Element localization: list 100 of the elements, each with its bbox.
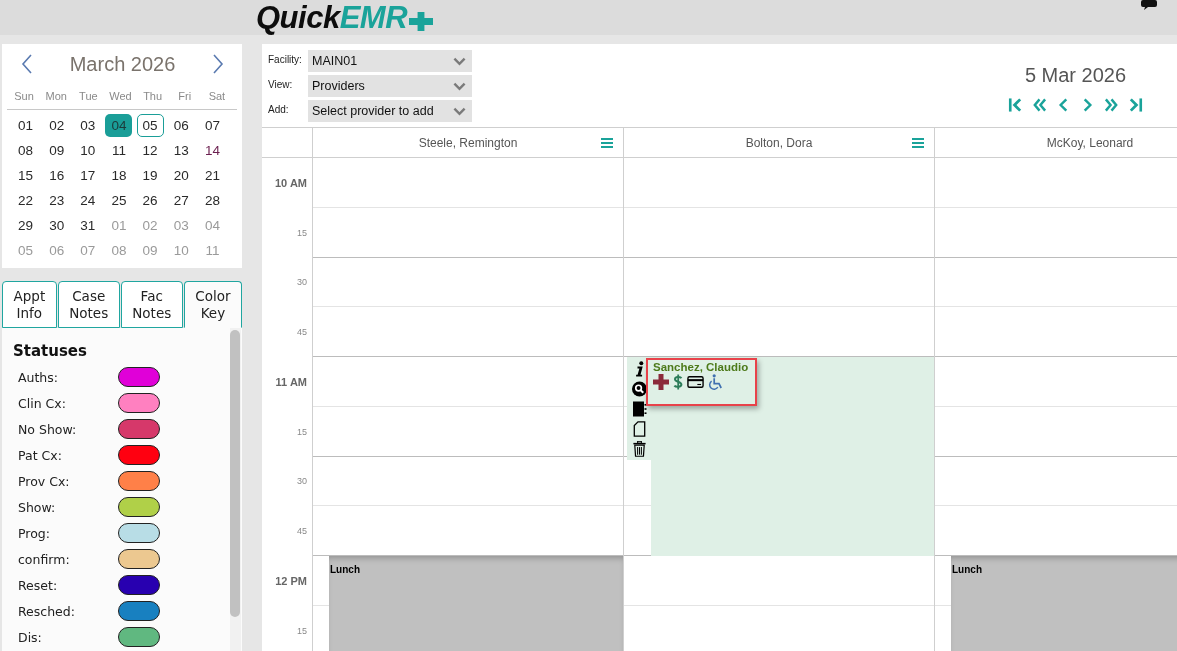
double-chevron-right-icon[interactable] [1104,97,1119,113]
trash-icon[interactable] [631,441,647,457]
calendar-day[interactable]: 02 [43,114,71,137]
status-label: Prog: [18,525,51,541]
column-title: Bolton, Dora [745,135,813,150]
tab[interactable]: Appt Info [2,281,57,328]
calendar-day[interactable]: 05 [136,114,164,137]
calendar-day[interactable]: 15 [12,164,40,187]
calendar-day[interactable]: 27 [167,189,195,212]
dropdown[interactable]: Providers [308,75,472,97]
tab[interactable]: Color Key [183,281,243,328]
logo-text: QuickEMR [256,0,408,35]
calendar-day[interactable]: 29 [12,214,40,237]
chevron-right-icon[interactable] [212,54,224,74]
calendar-day[interactable]: 26 [136,189,164,212]
wheelchair-icon [708,374,724,390]
search-icon[interactable] [631,381,647,397]
first-page-icon[interactable] [1008,97,1023,113]
status-label: Prov Cx: [18,473,71,489]
time-label: 30 [297,476,307,487]
calendar-day[interactable]: 31 [74,214,102,237]
status-label: No Show: [18,421,78,437]
weekday-label: Tue [79,89,98,104]
status-label: Clin Cx: [18,395,67,411]
calendar-day[interactable]: 22 [12,189,40,212]
appointment-card[interactable]: Sanchez, Claudio [646,358,757,406]
calendar-day[interactable]: 03 [74,114,102,137]
scrollbar-thumb[interactable] [230,330,240,617]
calendar-day[interactable]: 17 [74,164,102,187]
status-label: Reset: [18,577,59,593]
column-title: Steele, Remington [418,135,518,150]
chat-icon[interactable] [1141,0,1157,10]
status-label: Pat Cx: [18,447,63,463]
weekday-label: Thu [143,89,163,104]
status-label: Auths: [18,369,60,385]
tab[interactable]: Case Notes [57,281,120,328]
dropdown[interactable]: MAIN01 [308,50,472,72]
calendar-day[interactable]: 23 [43,189,71,212]
calendar-day[interactable]: 01 [12,114,40,137]
time-label: 15 [297,227,307,238]
weekday-label: Fri [178,89,192,104]
patient-name: Sanchez, Claudio [653,361,750,373]
calendar-day[interactable]: 16 [43,164,71,187]
document-icon[interactable] [631,421,647,437]
chevron-down-icon [453,81,466,91]
section-title: Statuses [13,341,87,361]
month-title: March 2026 [69,52,176,76]
status-label: Dis: [18,629,43,645]
calendar-day[interactable]: 20 [167,164,195,187]
notebook-icon[interactable] [631,401,647,417]
medical-cross-icon [653,374,669,390]
tab[interactable]: Fac Notes [120,281,183,328]
block-title: Lunch [330,564,360,575]
column-title: McKoy, Leonard [1046,135,1134,150]
calendar-day[interactable]: 30 [43,214,71,237]
calendar-day[interactable]: 07 [198,114,226,137]
time-label: 30 [297,277,307,288]
time-label: 15 [297,426,307,437]
calendar-day[interactable]: 06 [167,114,195,137]
status-label: confirm: [18,551,71,567]
chevron-left-icon[interactable] [21,54,33,74]
calendar-day[interactable]: 21 [198,164,226,187]
field-label: Add: [268,103,290,115]
weekday-label: Wed [109,89,132,104]
field-label: Facility: [268,53,303,65]
calendar-day[interactable]: 19 [136,164,164,187]
dropdown[interactable]: Select provider to add [308,100,472,122]
credit-card-icon [687,376,704,388]
status-label: Show: [18,499,57,515]
menu-icon[interactable] [601,137,613,148]
menu-icon[interactable] [912,137,924,148]
calendar-day[interactable]: 12 [136,139,164,162]
double-chevron-left-icon[interactable] [1032,97,1047,113]
calendar-day[interactable]: 24 [74,189,102,212]
date-title: 5 Mar 2026 [1024,63,1127,87]
time-label: 15 [297,625,307,636]
field-label: View: [268,78,294,90]
calendar-day[interactable]: 08 [12,139,40,162]
calendar-day[interactable]: 09 [43,139,71,162]
time-label: 45 [297,327,307,338]
time-label: 12 PM [275,574,307,587]
calendar-day[interactable]: 14 [198,139,226,162]
plus-icon [409,12,434,31]
time-label: 10 AM [275,176,307,189]
weekday-label: Sun [14,89,34,104]
last-page-icon[interactable] [1128,97,1143,113]
chevron-down-icon [453,56,466,66]
dollar-icon [673,374,683,390]
calendar-day[interactable]: 13 [167,139,195,162]
calendar-day[interactable]: 18 [105,164,133,187]
weekday-label: Sat [208,89,226,104]
weekday-label: Mon [45,89,67,104]
calendar-day[interactable]: 11 [105,139,133,162]
block-title: Lunch [952,564,982,575]
calendar-day[interactable]: 04 [105,114,133,137]
calendar-day[interactable]: 28 [198,189,226,212]
time-label: 45 [297,526,307,537]
calendar-day[interactable]: 25 [105,189,133,212]
calendar-day[interactable]: 10 [74,139,102,162]
time-label: 11 AM [275,375,307,388]
